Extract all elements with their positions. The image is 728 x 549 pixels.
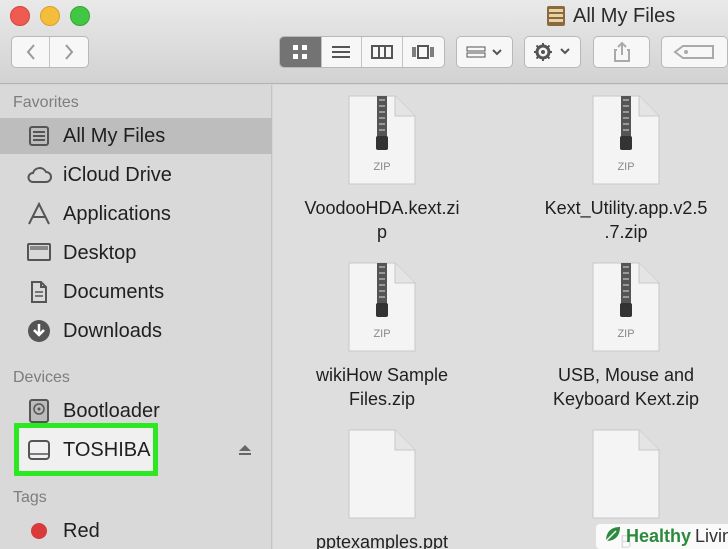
edit-tags-button[interactable] — [661, 36, 728, 68]
column-view-button[interactable] — [362, 37, 403, 67]
grid-icon — [293, 45, 308, 59]
svg-text:ZIP: ZIP — [373, 161, 390, 173]
file-name: pptexamples.ppt — [315, 532, 449, 549]
view-mode-control — [279, 36, 445, 68]
window-title: All My Files — [545, 4, 675, 28]
cover-flow-button[interactable] — [403, 37, 444, 67]
devices-section-label: Devices — [13, 369, 70, 386]
cloud-icon — [26, 163, 52, 187]
action-button[interactable] — [524, 36, 581, 68]
eject-icon[interactable] — [238, 443, 252, 461]
sidebar-item-icloud-drive[interactable]: iCloud Drive — [0, 157, 272, 193]
share-icon — [613, 41, 630, 62]
file-grid: ZIP VoodooHDA.kext.zi p ZIP Kext_Utility.… — [273, 85, 728, 549]
minimize-window-button[interactable] — [40, 6, 60, 26]
external-drive-icon — [26, 438, 52, 462]
list-icon — [332, 46, 351, 58]
chevron-right-icon — [65, 44, 74, 60]
file-name: Kext_Utility.app.v2.5.7.zip — [544, 198, 708, 242]
file-item-kext-utility[interactable]: ZIP Kext_Utility.app.v2.5.7.zip — [526, 94, 726, 244]
back-button[interactable] — [12, 37, 51, 67]
file-name: USB, Mouse and Keyboard Kext.zip — [552, 365, 700, 409]
all-files-icon — [26, 124, 52, 148]
sidebar-item-all-my-files[interactable]: All My Files — [0, 118, 272, 154]
file-item-pptexamples[interactable]: pptexamples.ppt — [282, 428, 482, 549]
document-file-icon — [591, 428, 661, 520]
file-item-wikihow-sample[interactable]: ZIP wikiHow Sample Files.zip — [282, 261, 482, 411]
file-name: VoodooHDA.kext.zi p — [304, 198, 460, 242]
sidebar-item-documents[interactable]: Documents — [0, 274, 272, 310]
sidebar-item-desktop[interactable]: Desktop — [0, 235, 272, 271]
sidebar-item-applications[interactable]: Applications — [0, 196, 272, 232]
title-bar: All My Files — [0, 0, 728, 84]
file-name: wikiHow Sample Files.zip — [315, 365, 449, 409]
nav-buttons — [11, 36, 89, 68]
sidebar-item-toshiba[interactable]: TOSHIBA — [0, 432, 272, 468]
documents-icon — [26, 280, 52, 304]
zip-file-icon: ZIP — [591, 261, 661, 353]
list-view-button[interactable] — [322, 37, 363, 67]
file-item-voodoohda[interactable]: ZIP VoodooHDA.kext.zi p — [282, 94, 482, 244]
svg-text:ZIP: ZIP — [617, 328, 634, 340]
watermark: Healthy Living — [596, 524, 728, 549]
leaf-icon — [604, 525, 622, 548]
arrange-button[interactable] — [456, 36, 513, 68]
desktop-icon — [26, 241, 52, 265]
arrange-icon — [466, 46, 502, 58]
zip-file-icon: ZIP — [591, 94, 661, 186]
sidebar-item-tag-red[interactable]: Red — [0, 513, 272, 549]
cover-flow-icon — [412, 45, 435, 59]
downloads-icon — [26, 319, 52, 343]
zip-file-icon: ZIP — [347, 261, 417, 353]
red-tag-dot-icon — [26, 519, 52, 543]
columns-icon — [370, 45, 393, 59]
all-files-icon — [545, 4, 567, 28]
zip-file-icon: ZIP — [347, 94, 417, 186]
document-file-icon — [347, 428, 417, 520]
share-button[interactable] — [593, 36, 650, 68]
hard-drive-icon — [26, 399, 52, 423]
close-window-button[interactable] — [10, 6, 30, 26]
applications-icon — [26, 202, 52, 226]
svg-text:ZIP: ZIP — [617, 161, 634, 173]
favorites-section-label: Favorites — [13, 94, 79, 111]
chevron-left-icon — [26, 44, 35, 60]
icon-view-button[interactable] — [280, 37, 322, 67]
forward-button[interactable] — [50, 37, 88, 67]
file-item-usb-mouse-keyboard[interactable]: ZIP USB, Mouse and Keyboard Kext.zip — [526, 261, 726, 411]
svg-text:ZIP: ZIP — [373, 328, 390, 340]
tag-icon — [672, 45, 714, 59]
zoom-window-button[interactable] — [70, 6, 90, 26]
tags-section-label: Tags — [13, 489, 47, 506]
sidebar-item-downloads[interactable]: Downloads — [0, 313, 272, 349]
gear-icon — [533, 43, 570, 61]
sidebar: Favorites All My Files iCloud Drive Appl… — [0, 85, 272, 549]
